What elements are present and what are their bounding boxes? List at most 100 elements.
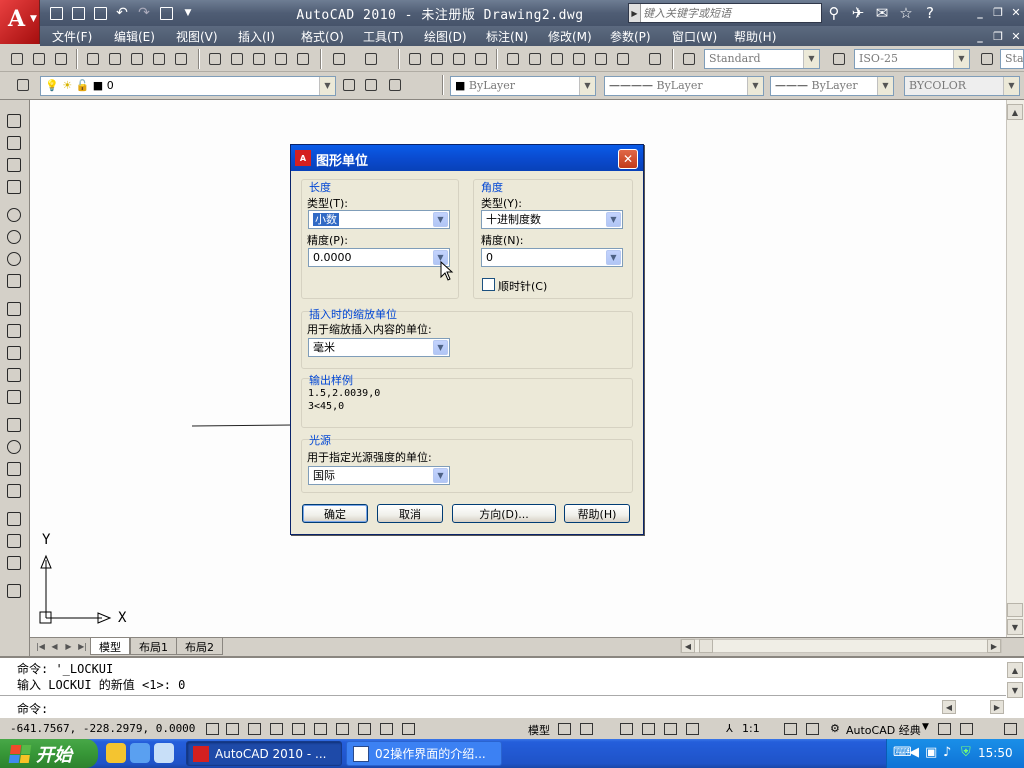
wave-line-icon[interactable]: [5, 482, 23, 500]
design-center-icon[interactable]: [526, 50, 544, 68]
restore-icon[interactable]: ❐: [990, 4, 1006, 20]
cmd-scroll-down-icon[interactable]: ▼: [1007, 682, 1023, 698]
plot-icon[interactable]: [156, 3, 176, 23]
doc-restore-icon[interactable]: ❐: [990, 28, 1006, 44]
dim-style-combo[interactable]: ISO-25 ▼: [854, 49, 970, 69]
arc-icon[interactable]: [5, 228, 23, 246]
layer-previous-icon[interactable]: [362, 76, 380, 94]
tab-model[interactable]: 模型: [90, 638, 130, 655]
qnew-icon[interactable]: [8, 50, 26, 68]
markup-icon[interactable]: [592, 50, 610, 68]
qat-dropdown-icon[interactable]: ▼: [178, 3, 198, 23]
direction-button[interactable]: 方向(D)...: [452, 504, 556, 523]
menu-edit[interactable]: 编辑(E): [114, 28, 155, 45]
dialog-title-bar[interactable]: A 图形单位 ✕: [291, 145, 643, 171]
binoculars-icon[interactable]: ⚲: [824, 3, 844, 23]
annotation-visibility-icon[interactable]: [782, 721, 800, 737]
pan-icon[interactable]: [406, 50, 424, 68]
continue-dimension-icon[interactable]: [5, 366, 23, 384]
first-tab-icon[interactable]: |◀: [34, 640, 47, 653]
annotation-scale[interactable]: 1:1: [742, 722, 760, 735]
length-type-select[interactable]: 小数 ▼: [308, 210, 450, 229]
lineweight-combo[interactable]: ——— ByLayer ▼: [770, 76, 894, 96]
multiline-text-icon[interactable]: [5, 532, 23, 550]
hscroll-thumb[interactable]: [699, 639, 713, 653]
undo-toolbar-icon[interactable]: [330, 50, 348, 68]
tolerance-icon[interactable]: [5, 416, 23, 434]
angle-precision-select[interactable]: 0 ▼: [481, 248, 623, 267]
quick-view-layouts-icon[interactable]: [556, 721, 574, 737]
start-button[interactable]: 开始: [0, 739, 98, 768]
help-icon[interactable]: ?: [920, 3, 940, 23]
table-style-icon[interactable]: [978, 50, 996, 68]
quick-view-drawings-icon[interactable]: [578, 721, 596, 737]
menu-insert[interactable]: 插入(I): [238, 28, 275, 45]
command-prompt[interactable]: 命令:: [17, 700, 48, 717]
redo-icon[interactable]: ↷: [134, 3, 154, 23]
ortho-mode-icon[interactable]: [246, 721, 264, 737]
design-publish-icon[interactable]: [172, 50, 190, 68]
save-icon[interactable]: [90, 3, 110, 23]
polygon-icon[interactable]: [5, 178, 23, 196]
menu-window[interactable]: 窗口(W): [672, 28, 717, 45]
angle-type-select[interactable]: 十进制度数 ▼: [481, 210, 623, 229]
text-style-combo[interactable]: Standard ▼: [704, 49, 820, 69]
publish-icon[interactable]: [128, 50, 146, 68]
taskbar-clock[interactable]: 15:50: [978, 746, 1013, 760]
auto-scale-icon[interactable]: [804, 721, 822, 737]
scroll-left-icon[interactable]: ◀: [681, 639, 695, 653]
search-input[interactable]: [643, 4, 819, 22]
menu-draw[interactable]: 绘图(D): [424, 28, 467, 45]
taskbar-item-autocad[interactable]: AutoCAD 2010 - ...: [186, 741, 342, 766]
menu-view[interactable]: 视图(V): [176, 28, 218, 45]
subscription-icon[interactable]: ✈: [848, 3, 868, 23]
model-space-button[interactable]: 模型: [528, 722, 550, 738]
line-icon[interactable]: [5, 112, 23, 130]
tab-layout1[interactable]: 布局1: [130, 638, 177, 655]
scroll-up-icon[interactable]: ▲: [1007, 104, 1023, 120]
preview-icon[interactable]: [106, 50, 124, 68]
clockwise-label[interactable]: 顺时针(C): [498, 278, 547, 294]
ok-button[interactable]: 确定: [302, 504, 368, 523]
object-snap-icon[interactable]: [290, 721, 308, 737]
new-file-icon[interactable]: [46, 3, 66, 23]
paste-icon[interactable]: [250, 50, 268, 68]
menu-format[interactable]: 格式(O): [301, 28, 344, 45]
hardware-acceleration-icon[interactable]: [958, 721, 976, 737]
3d-print-icon[interactable]: [150, 50, 168, 68]
spline-icon[interactable]: [5, 272, 23, 290]
undo-icon[interactable]: ↶: [112, 3, 132, 23]
doc-minimize-icon[interactable]: _: [972, 28, 988, 44]
volume-icon[interactable]: ♪: [943, 745, 951, 760]
dynamic-input-icon[interactable]: [356, 721, 374, 737]
properties-icon[interactable]: [504, 50, 522, 68]
menu-dimension[interactable]: 标注(N): [486, 28, 528, 45]
circle-icon[interactable]: [5, 206, 23, 224]
toolbar-lock-icon[interactable]: [936, 721, 954, 737]
construction-line-icon[interactable]: [5, 134, 23, 152]
zoom-status-icon[interactable]: [640, 721, 658, 737]
zoom-window-icon[interactable]: [450, 50, 468, 68]
zoom-realtime-icon[interactable]: [428, 50, 446, 68]
doc-close-icon[interactable]: ✕: [1008, 28, 1024, 44]
horizontal-scrollbar[interactable]: ◀ ▶: [680, 639, 1002, 653]
grid-display-icon[interactable]: [224, 721, 242, 737]
minimize-icon[interactable]: _: [972, 4, 988, 20]
dim-style-icon[interactable]: [830, 50, 848, 68]
scroll-thumb[interactable]: [1007, 603, 1023, 617]
linetype-combo[interactable]: ———— ByLayer ▼: [604, 76, 764, 96]
scroll-right-icon[interactable]: ▶: [987, 639, 1001, 653]
close-icon[interactable]: ✕: [1008, 4, 1024, 20]
revision-cloud-icon[interactable]: [5, 250, 23, 268]
center-mark-icon[interactable]: [5, 438, 23, 456]
plot-toolbar-icon[interactable]: [84, 50, 102, 68]
ordinate-dimension-icon[interactable]: [5, 388, 23, 406]
sheet-set-icon[interactable]: [570, 50, 588, 68]
menu-file[interactable]: 文件(F): [52, 28, 92, 45]
clean-screen-icon[interactable]: [1002, 721, 1020, 737]
pan-status-icon[interactable]: [618, 721, 636, 737]
quick-properties-icon[interactable]: [400, 721, 418, 737]
quickcalc-icon[interactable]: [614, 50, 632, 68]
coordinate-readout[interactable]: -641.7567, -228.2979, 0.0000: [10, 722, 195, 735]
favorites-star-icon[interactable]: ☆: [896, 3, 916, 23]
